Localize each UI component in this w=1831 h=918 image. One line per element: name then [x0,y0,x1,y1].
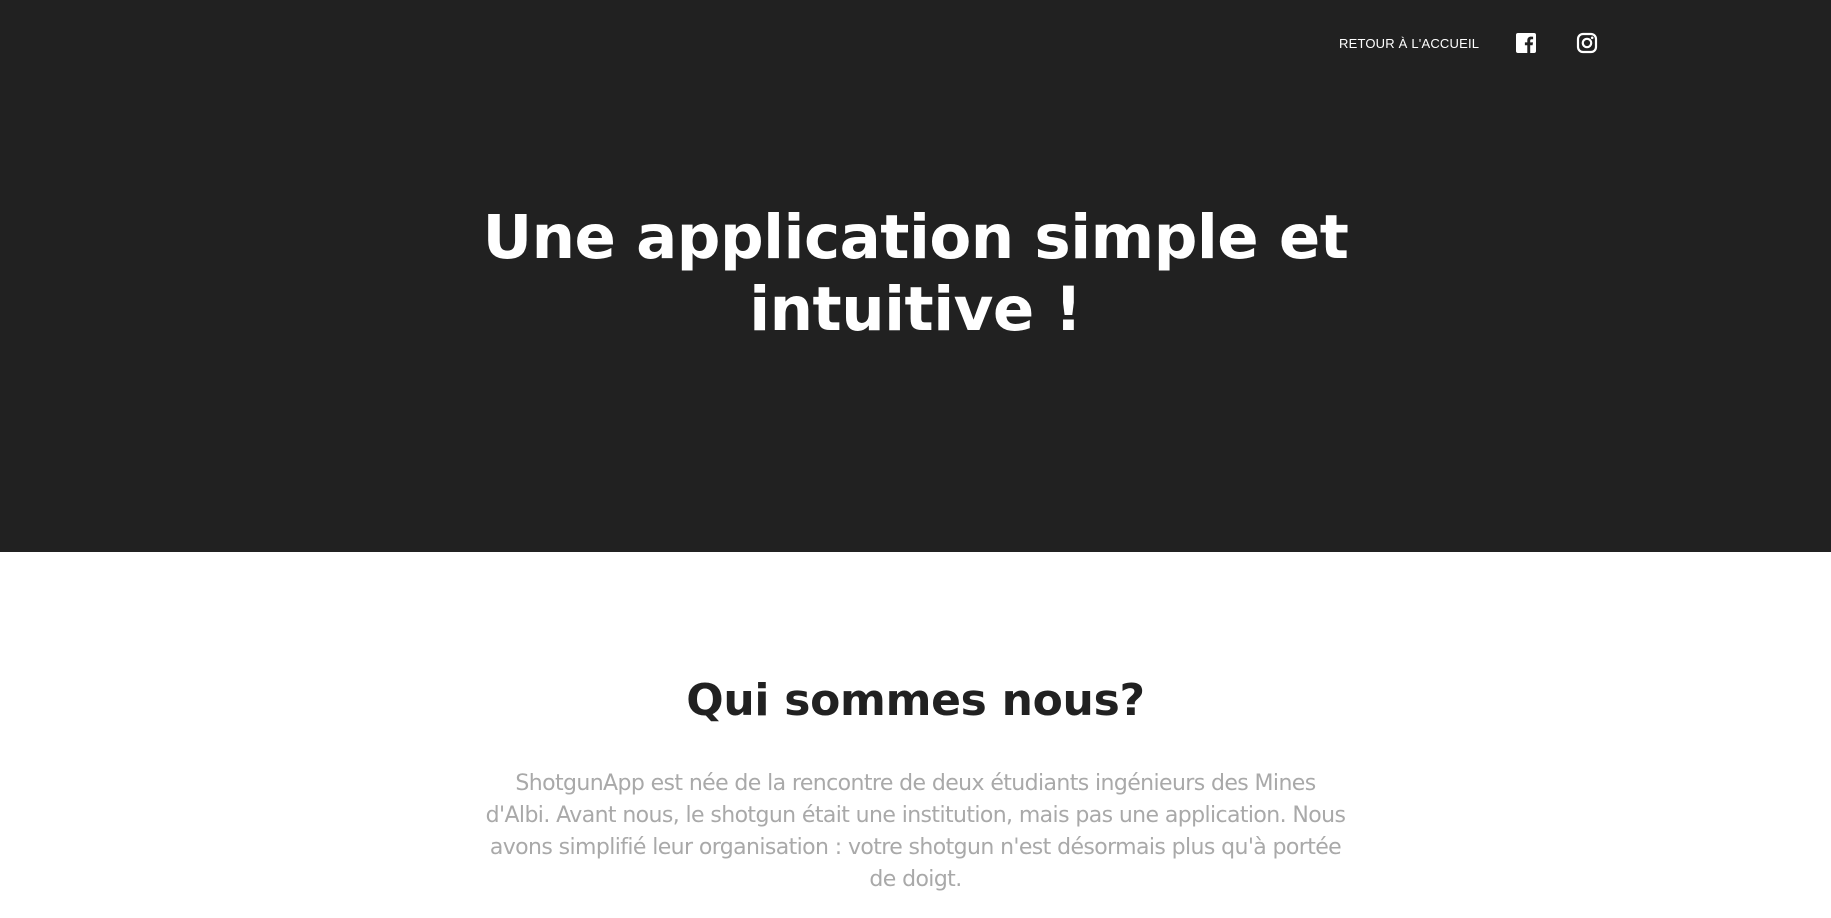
about-heading: Qui sommes nous? [686,675,1145,726]
hero-title-line-2: intuitive ! [749,274,1082,345]
about-text-line: avons simplifié leur organisation : votr… [489,835,1342,860]
instagram-icon[interactable] [1576,32,1598,54]
hero-title: Une application simple et intuitive ! [0,202,1831,346]
hero-title-line-1: Une application simple et [482,202,1349,273]
home-link[interactable]: RETOUR À L'ACCUEIL [1339,36,1479,51]
facebook-icon[interactable] [1515,32,1537,54]
about-text-line: d'Albi. Avant nous, le shotgun était une… [485,803,1346,828]
hero-section: RETOUR À L'ACCUEIL Une application simpl… [0,0,1831,552]
about-text-line: ShotgunApp est née de la rencontre de de… [515,771,1316,796]
about-section: Qui sommes nous? ShotgunApp est née de l… [0,552,1831,918]
about-text-line: de doigt. [869,867,962,892]
top-navigation: RETOUR À L'ACCUEIL [1339,30,1598,56]
about-description: ShotgunApp est née de la rencontre de de… [445,768,1386,896]
